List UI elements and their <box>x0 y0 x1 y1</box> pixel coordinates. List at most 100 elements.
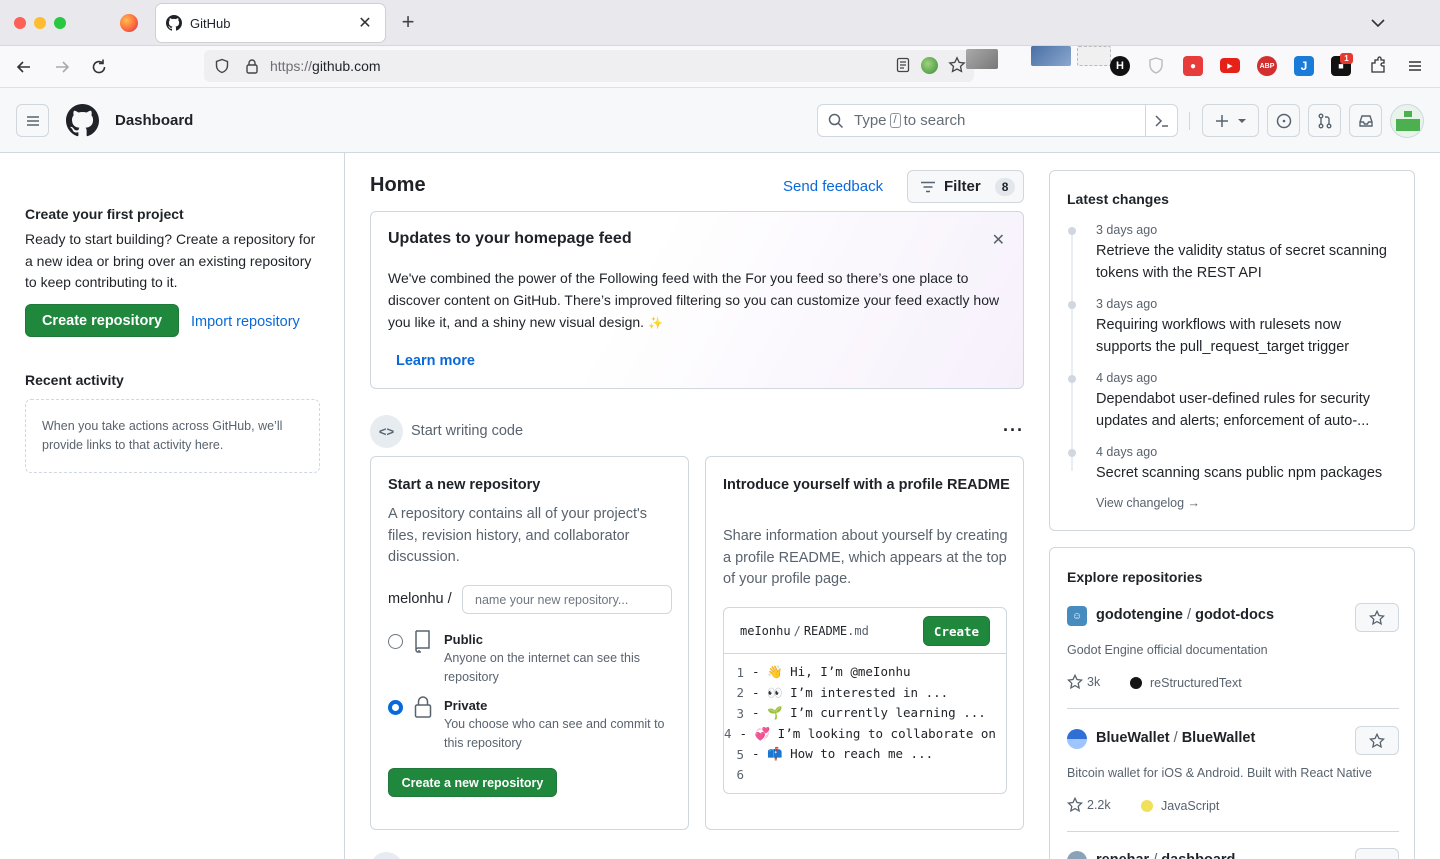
tracking-protection-shield-icon[interactable] <box>214 58 230 74</box>
change-item[interactable]: 3 days ago Retrieve the validity status … <box>1096 223 1396 284</box>
change-title-link[interactable]: Retrieve the validity status of secret s… <box>1096 240 1396 284</box>
extension-image-icon[interactable] <box>1031 46 1071 66</box>
line-number: 6 <box>736 767 744 783</box>
start-new-repository-card: Start a new repository A repository cont… <box>370 456 689 830</box>
extension-screenshot-icon[interactable]: ● <box>1183 56 1203 76</box>
extension-translate-icon[interactable]: J <box>1294 56 1314 76</box>
extension-shield-icon[interactable] <box>1146 56 1166 76</box>
plus-icon <box>1215 114 1228 127</box>
url-host: github.com <box>312 58 381 74</box>
issues-button[interactable] <box>1267 104 1300 137</box>
dashboard-sidebar: Create your first project Ready to start… <box>0 153 345 859</box>
extension-h-icon[interactable]: H <box>1110 56 1130 76</box>
repo-owner: godotengine <box>1096 607 1183 623</box>
extension-badge: 1 <box>1340 53 1353 64</box>
filter-counter-badge: 8 <box>994 177 1016 196</box>
avatar-identicon <box>1396 111 1420 131</box>
extension-adblock-icon[interactable]: ABP <box>1257 56 1277 76</box>
kebab-horizontal-icon[interactable]: ··· <box>1003 420 1024 441</box>
search-placeholder-pre: Type <box>854 112 887 129</box>
reader-view-icon[interactable] <box>895 57 911 73</box>
repo-stars[interactable]: 3k <box>1067 674 1100 690</box>
github-logo-icon[interactable] <box>66 104 99 137</box>
list-all-tabs-icon[interactable] <box>1368 14 1388 32</box>
language-name: JavaScript <box>1161 799 1220 813</box>
zoom-window-button[interactable] <box>54 17 66 29</box>
private-radio[interactable] <box>388 700 403 715</box>
learn-more-link[interactable]: Learn more <box>396 353 475 369</box>
line-text: - 💞 I’m looking to collaborate on ... <box>739 725 1007 741</box>
browser-nav-bar: https://github.com H ● ▶ ABP J ■ 1 <box>0 46 1440 88</box>
user-avatar[interactable] <box>1390 104 1424 138</box>
open-global-nav-button[interactable] <box>16 104 49 137</box>
minimize-window-button[interactable] <box>34 17 46 29</box>
extension-thumbnail-icon[interactable] <box>966 49 998 69</box>
repo-name: godot-docs <box>1195 607 1275 623</box>
star-icon <box>1067 797 1083 813</box>
latest-changes-heading: Latest changes <box>1067 191 1169 207</box>
public-option-desc: Anyone on the internet can see this repo… <box>444 651 640 684</box>
url-bar[interactable]: https://github.com <box>204 50 974 82</box>
github-header: Dashboard Type / to search <box>0 88 1440 153</box>
vpn-extension-icon[interactable] <box>921 56 938 74</box>
inbox-button[interactable] <box>1349 104 1382 137</box>
app-menu-icon[interactable] <box>1405 56 1425 76</box>
recent-activity-heading: Recent activity <box>25 372 124 388</box>
change-title-link[interactable]: Secret scanning scans public npm package… <box>1096 462 1396 484</box>
extension-qr-icon[interactable] <box>1077 46 1111 66</box>
change-title-link[interactable]: Requiring workflows with rulesets now su… <box>1096 314 1396 358</box>
pull-requests-button[interactable] <box>1308 104 1341 137</box>
create-new-button[interactable] <box>1202 104 1259 137</box>
view-changelog-link[interactable]: View changelog → <box>1096 496 1200 510</box>
explore-repositories-heading: Explore repositories <box>1067 569 1203 585</box>
tab-close-icon[interactable]: ✕ <box>355 13 375 33</box>
star-button[interactable] <box>1355 848 1399 859</box>
latest-changes-card: Latest changes 3 days ago Retrieve the v… <box>1049 170 1415 531</box>
window-controls <box>14 17 66 29</box>
godot-avatar-icon: ☺ <box>1067 606 1087 626</box>
create-new-repository-button[interactable]: Create a new repository <box>388 768 557 797</box>
public-radio[interactable] <box>388 634 403 649</box>
change-item[interactable]: 4 days ago Secret scanning scans public … <box>1096 445 1396 484</box>
git-pull-request-icon <box>1318 113 1331 128</box>
repository-name-input[interactable]: name your new repository... <box>462 585 672 614</box>
profile-readme-title: Introduce yourself with a profile README <box>723 477 1010 493</box>
lock-icon[interactable] <box>244 58 260 74</box>
url-text[interactable]: https://github.com <box>270 58 381 74</box>
change-item[interactable]: 4 days ago Dependabot user-defined rules… <box>1096 371 1396 432</box>
repo-link-bluewallet[interactable]: BlueWallet / BlueWallet <box>1096 730 1255 746</box>
extensions-puzzle-icon[interactable] <box>1368 56 1388 76</box>
send-feedback-link[interactable]: Send feedback <box>783 178 883 195</box>
bookmark-star-icon[interactable] <box>948 56 966 74</box>
extension-youtube-icon[interactable]: ▶ <box>1220 58 1240 73</box>
readme-line: 2 - 👀 I’m interested in ... <box>724 683 1006 704</box>
dismiss-banner-close-icon[interactable]: ✕ <box>992 230 1005 250</box>
search-placeholder-post: to search <box>903 112 966 129</box>
import-repository-link[interactable]: Import repository <box>191 314 300 330</box>
command-palette-button[interactable] <box>1145 105 1177 136</box>
star-icon <box>1369 609 1385 625</box>
filter-icon <box>921 181 935 192</box>
forward-button[interactable] <box>50 55 74 79</box>
repo-link-dashboard[interactable]: renehar / dashboard <box>1096 852 1235 859</box>
feed-filter-button[interactable]: Filter 8 <box>907 170 1024 203</box>
star-button[interactable] <box>1355 726 1399 755</box>
close-window-button[interactable] <box>14 17 26 29</box>
repo-stars[interactable]: 2.2k <box>1067 797 1111 813</box>
search-input[interactable]: Type / to search <box>817 104 1178 137</box>
firefox-view-icon[interactable] <box>120 14 138 32</box>
repo-link-godot-docs[interactable]: godotengine / godot-docs <box>1096 607 1274 623</box>
create-readme-button[interactable]: Create <box>923 616 990 646</box>
recent-activity-empty-state: When you take actions across GitHub, we’… <box>25 399 320 473</box>
browser-tab-github[interactable]: GitHub ✕ <box>156 4 385 42</box>
create-repository-button[interactable]: Create repository <box>25 304 179 337</box>
star-button[interactable] <box>1355 603 1399 632</box>
change-title-link[interactable]: Dependabot user-defined rules for securi… <box>1096 388 1396 432</box>
reload-icon <box>92 59 106 74</box>
reload-button[interactable] <box>87 55 111 79</box>
page-context-title[interactable]: Dashboard <box>115 112 193 129</box>
new-tab-button[interactable]: + <box>397 11 419 33</box>
readme-line: 6 <box>724 765 1006 786</box>
back-button[interactable] <box>12 55 36 79</box>
change-item[interactable]: 3 days ago Requiring workflows with rule… <box>1096 297 1396 358</box>
